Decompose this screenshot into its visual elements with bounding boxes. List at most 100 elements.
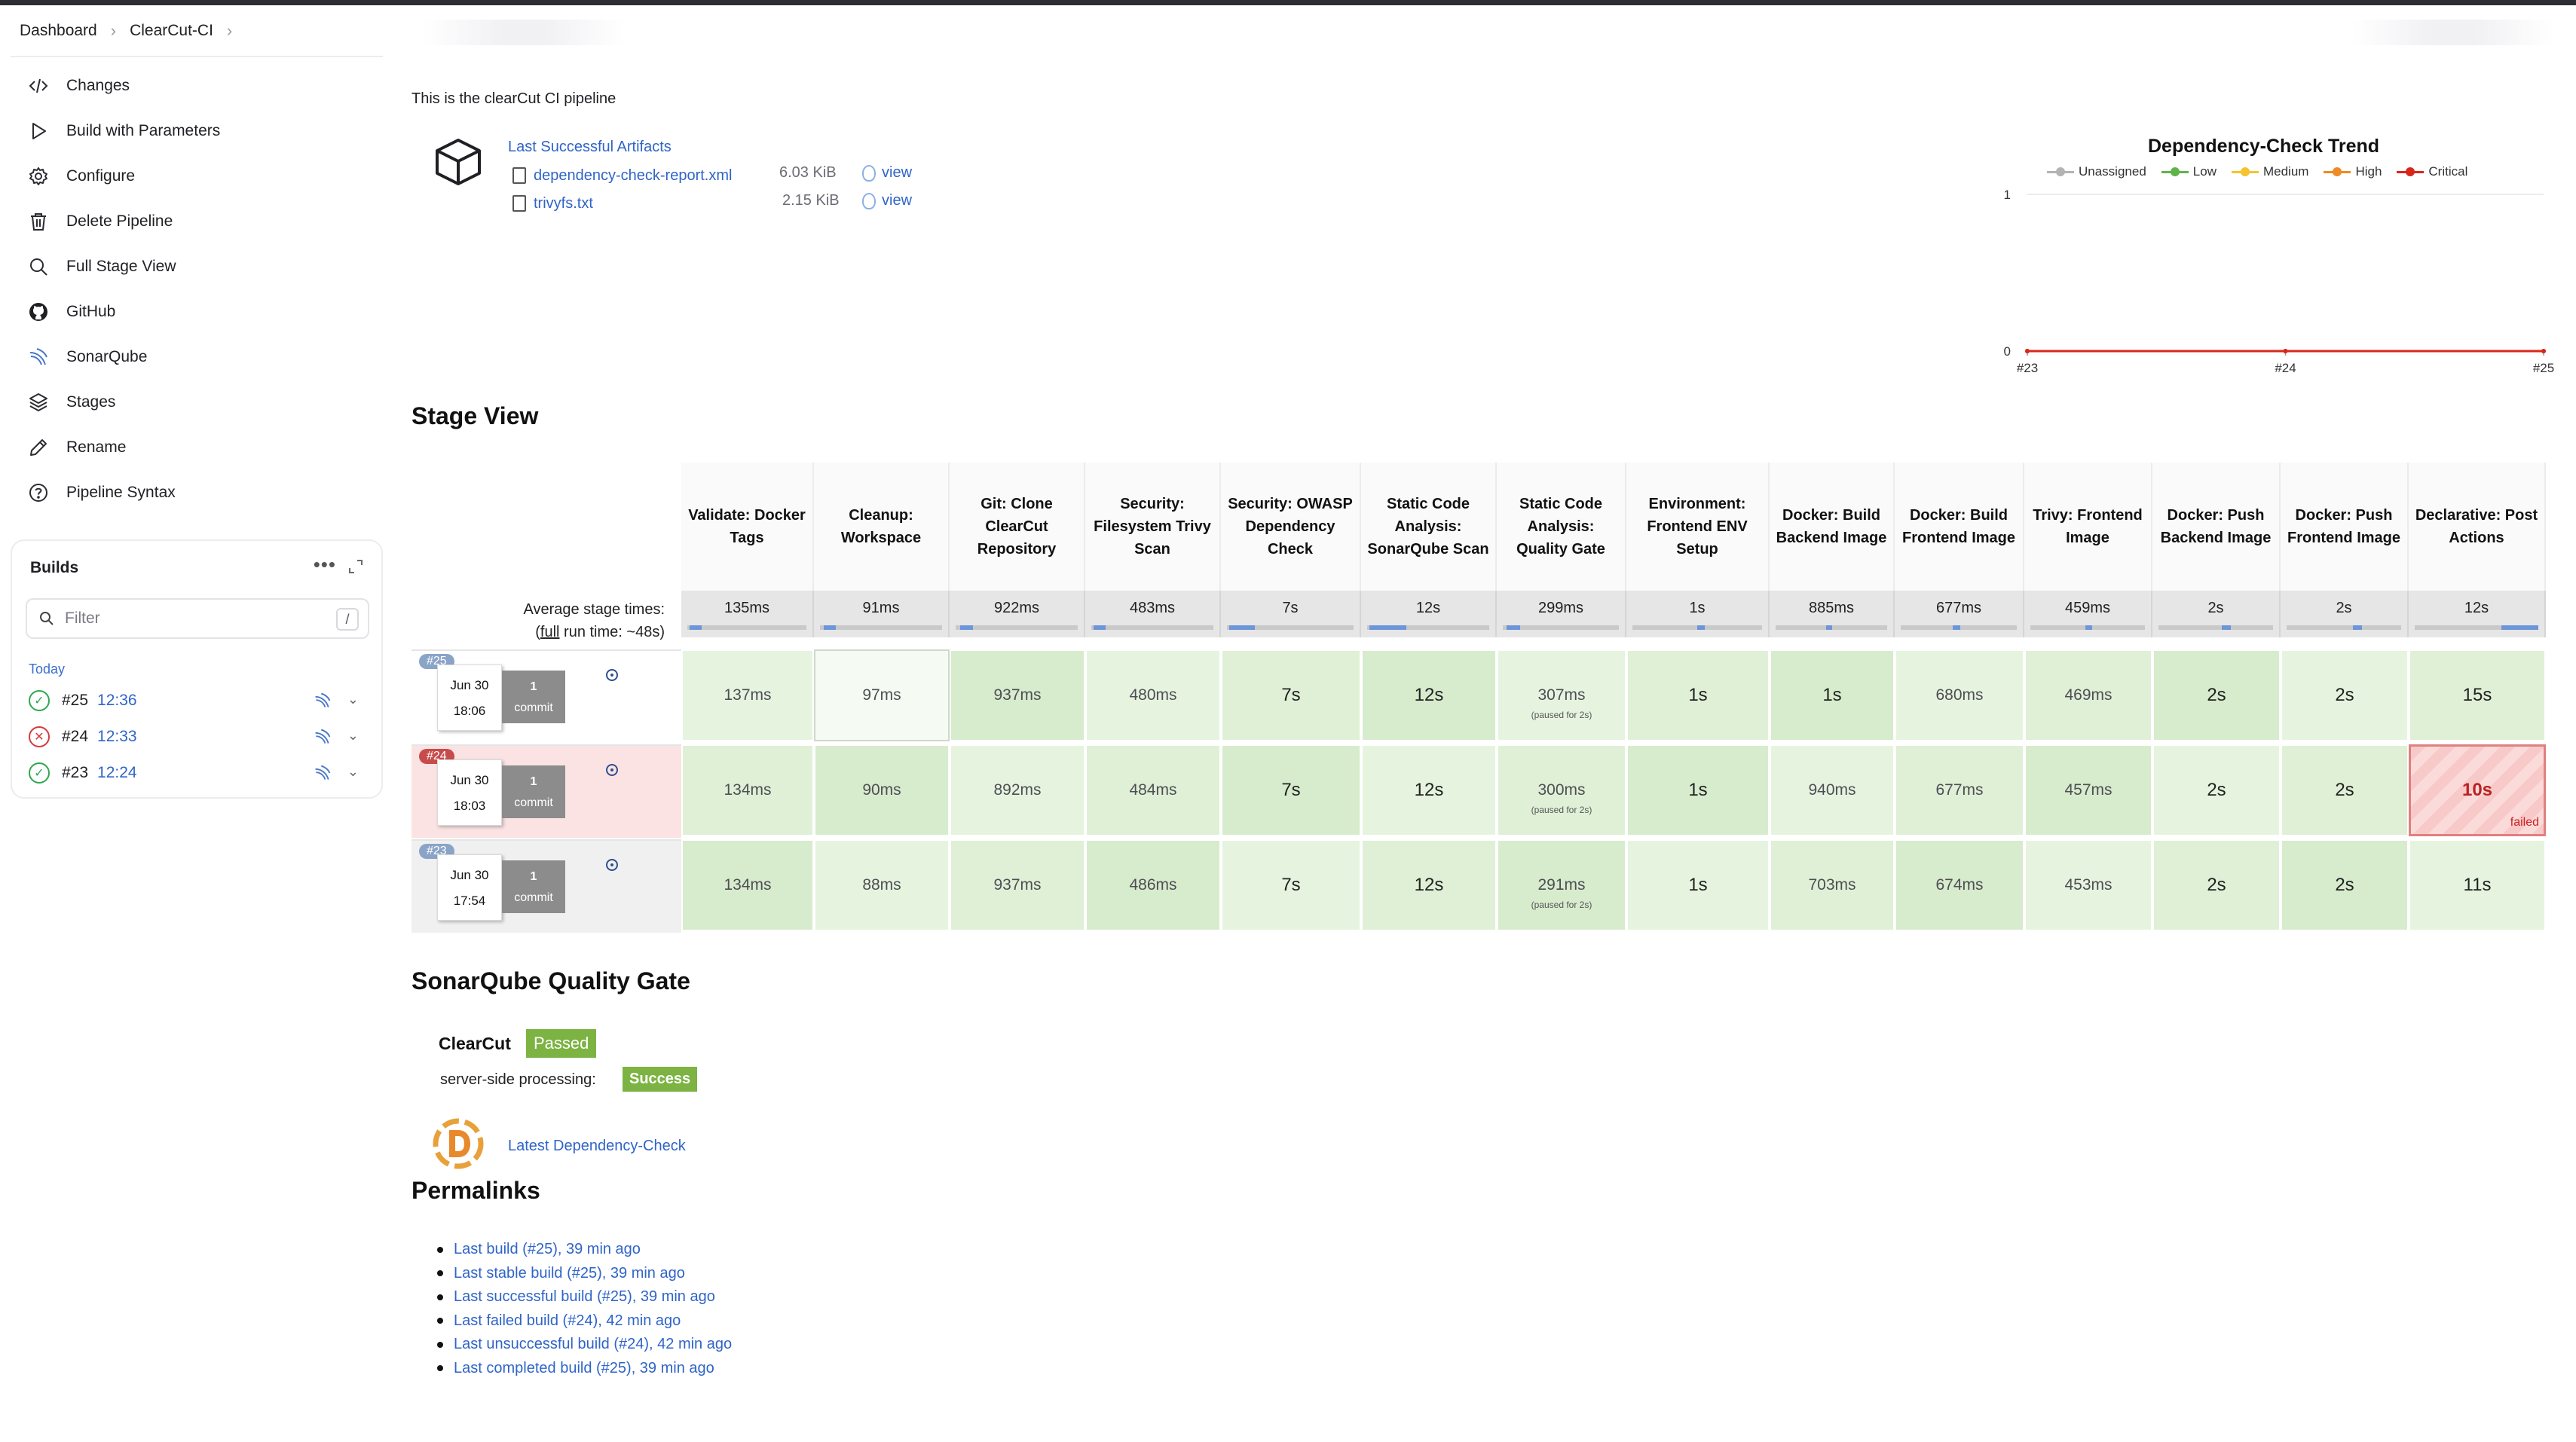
stage-cell[interactable]: 480ms: [1085, 649, 1221, 741]
sidebar-item-build-with-parameters[interactable]: Build with Parameters: [11, 108, 383, 154]
stage-cell[interactable]: 134ms: [681, 839, 814, 931]
stage-cell[interactable]: 88ms: [814, 839, 950, 931]
permalink-item[interactable]: Last successful build (#25), 39 min ago: [439, 1285, 732, 1309]
legend-item[interactable]: Unassigned: [2047, 164, 2146, 179]
stage-cell[interactable]: 486ms: [1085, 839, 1221, 931]
stage-cell[interactable]: 940ms: [1770, 744, 1895, 836]
stage-header[interactable]: Trivy: Frontend Image: [2024, 463, 2152, 591]
stage-cell[interactable]: 1s: [1626, 839, 1770, 931]
legend-item[interactable]: Critical: [2397, 164, 2467, 179]
stage-cell[interactable]: 7s: [1221, 839, 1361, 931]
stage-cell[interactable]: 937ms: [950, 839, 1085, 931]
stage-header[interactable]: Validate: Docker Tags: [681, 463, 814, 591]
stage-cell[interactable]: 11s: [2409, 839, 2546, 931]
stage-header[interactable]: Docker: Push Backend Image: [2152, 463, 2281, 591]
build-item-23[interactable]: ✓ #23 12:24 ⌄: [29, 758, 372, 788]
build-number[interactable]: #24: [62, 728, 88, 746]
console-output-icon[interactable]: [606, 859, 618, 871]
stage-cell[interactable]: 137ms: [681, 649, 814, 741]
stage-cell[interactable]: 484ms: [1085, 744, 1221, 836]
stage-cell[interactable]: 300ms (paused for 2s): [1497, 744, 1626, 836]
stage-cell[interactable]: 2s: [2281, 839, 2409, 931]
sidebar-item-rename[interactable]: Rename: [11, 425, 383, 470]
sidebar-item-github[interactable]: GitHub: [11, 289, 383, 335]
stage-header[interactable]: Declarative: Post Actions: [2409, 463, 2546, 591]
quality-gate-project[interactable]: ClearCut: [439, 1034, 511, 1054]
sonarqube-icon[interactable]: [314, 728, 332, 746]
artifact-view-label[interactable]: view: [882, 164, 912, 182]
stage-cell[interactable]: 1s: [1626, 744, 1770, 836]
stage-header[interactable]: Security: OWASP Dependency Check: [1221, 463, 1361, 591]
permalink-item[interactable]: Last failed build (#24), 42 min ago: [439, 1309, 732, 1334]
artifact-link[interactable]: dependency-check-report.xml: [534, 167, 732, 185]
expand-icon[interactable]: [347, 558, 365, 576]
sidebar-item-delete-pipeline[interactable]: Delete Pipeline: [11, 199, 383, 244]
chevron-down-icon[interactable]: ⌄: [347, 692, 359, 707]
last-successful-artifacts-link[interactable]: Last Successful Artifacts: [508, 139, 672, 156]
stage-header[interactable]: Security: Filesystem Trivy Scan: [1085, 463, 1221, 591]
stage-cell[interactable]: 1s: [1626, 649, 1770, 741]
legend-item[interactable]: High: [2324, 164, 2382, 179]
stage-cell[interactable]: 703ms: [1770, 839, 1895, 931]
build-time[interactable]: 12:36: [97, 692, 137, 710]
stage-cell[interactable]: 457ms: [2024, 744, 2152, 836]
build-item-25[interactable]: ✓ #25 12:36 ⌄: [29, 686, 372, 716]
chevron-down-icon[interactable]: ⌄: [347, 728, 359, 744]
stage-header[interactable]: Cleanup: Workspace: [814, 463, 950, 591]
stage-cell[interactable]: 2s: [2152, 839, 2281, 931]
sidebar-item-changes[interactable]: Changes: [11, 63, 383, 108]
sidebar-item-stages[interactable]: Stages: [11, 380, 383, 425]
stage-cell[interactable]: 469ms: [2024, 649, 2152, 741]
stage-cell[interactable]: 7s: [1221, 744, 1361, 836]
permalink-item[interactable]: Last completed build (#25), 39 min ago: [439, 1357, 732, 1381]
breadcrumb-dashboard[interactable]: Dashboard: [20, 22, 97, 40]
stage-header[interactable]: Docker: Push Frontend Image: [2281, 463, 2409, 591]
stage-cell[interactable]: 2s: [2152, 744, 2281, 836]
permalink-item[interactable]: Last unsuccessful build (#24), 42 min ag…: [439, 1333, 732, 1357]
sonarqube-icon[interactable]: [314, 692, 332, 710]
legend-item[interactable]: Low: [2161, 164, 2217, 179]
stage-cell[interactable]: 134ms: [681, 744, 814, 836]
stage-header[interactable]: Git: Clone ClearCut Repository: [950, 463, 1085, 591]
breadcrumb-job[interactable]: ClearCut-CI: [130, 22, 213, 40]
sidebar-item-pipeline-syntax[interactable]: Pipeline Syntax: [11, 470, 383, 515]
stage-cell[interactable]: 10s failed: [2409, 744, 2546, 836]
build-number[interactable]: #23: [62, 764, 88, 782]
builds-filter-input[interactable]: [65, 609, 321, 628]
artifact-link[interactable]: trivyfs.txt: [534, 195, 593, 212]
run-commits[interactable]: 1 commit: [502, 765, 565, 818]
builds-filter[interactable]: /: [26, 598, 369, 639]
console-output-icon[interactable]: [606, 764, 618, 776]
stage-cell[interactable]: 2s: [2152, 649, 2281, 741]
stage-cell[interactable]: 677ms: [1895, 744, 2024, 836]
stage-cell[interactable]: 12s: [1361, 839, 1497, 931]
stage-cell[interactable]: 680ms: [1895, 649, 2024, 741]
stage-cell[interactable]: 892ms: [950, 744, 1085, 836]
build-time[interactable]: 12:33: [97, 728, 137, 746]
stage-header[interactable]: Static Code Analysis: Quality Gate: [1497, 463, 1626, 591]
console-output-icon[interactable]: [606, 669, 618, 681]
stage-cell[interactable]: 307ms (paused for 2s): [1497, 649, 1626, 741]
full-run-time-link[interactable]: full: [540, 624, 560, 640]
permalink-item[interactable]: Last stable build (#25), 39 min ago: [439, 1262, 732, 1286]
stage-cell[interactable]: 674ms: [1895, 839, 2024, 931]
stage-cell[interactable]: 15s: [2409, 649, 2546, 741]
stage-header[interactable]: Docker: Build Frontend Image: [1895, 463, 2024, 591]
sidebar-item-sonarqube[interactable]: SonarQube: [11, 335, 383, 380]
stage-cell[interactable]: 90ms: [814, 744, 950, 836]
stage-cell[interactable]: 2s: [2281, 744, 2409, 836]
stage-header[interactable]: Static Code Analysis: SonarQube Scan: [1361, 463, 1497, 591]
permalink-item[interactable]: Last build (#25), 39 min ago: [439, 1238, 732, 1262]
stage-cell[interactable]: 453ms: [2024, 839, 2152, 931]
sonarqube-icon[interactable]: [314, 764, 332, 782]
latest-dependency-check-link[interactable]: Latest Dependency-Check: [508, 1138, 686, 1155]
stage-cell[interactable]: 2s: [2281, 649, 2409, 741]
stage-cell[interactable]: 291ms (paused for 2s): [1497, 839, 1626, 931]
build-number[interactable]: #25: [62, 692, 88, 710]
more-icon[interactable]: •••: [314, 553, 336, 576]
artifact-view-link[interactable]: view: [862, 192, 912, 209]
stage-header[interactable]: Docker: Build Backend Image: [1770, 463, 1895, 591]
stage-cell[interactable]: 7s: [1221, 649, 1361, 741]
artifact-view-link[interactable]: view: [862, 164, 912, 182]
legend-item[interactable]: Medium: [2231, 164, 2308, 179]
